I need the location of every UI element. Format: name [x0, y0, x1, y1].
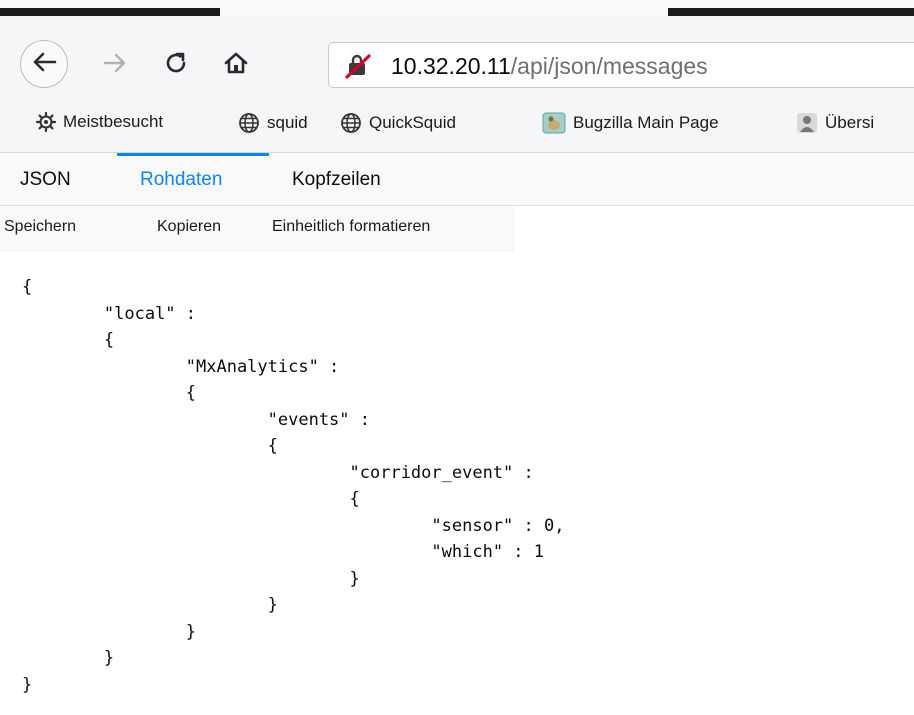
- active-tab-indicator: [117, 153, 269, 156]
- url-text[interactable]: 10.32.20.11/api/json/messages: [391, 53, 708, 80]
- bookmarks-toolbar: Meistbesucht squid QuickSquid Bugzilla M…: [0, 98, 914, 153]
- bookmark-squid[interactable]: squid: [238, 112, 308, 134]
- home-button[interactable]: [220, 49, 252, 81]
- actions-spacer: [515, 206, 914, 252]
- tab-rohdaten[interactable]: Rohdaten: [140, 169, 222, 191]
- browser-tab[interactable]: [668, 8, 914, 16]
- tab-strip: [0, 0, 914, 16]
- reload-button[interactable]: [160, 49, 192, 81]
- bookmark-label: Meistbesucht: [63, 112, 164, 131]
- back-arrow-icon: [31, 51, 57, 78]
- person-icon: [796, 112, 818, 134]
- pretty-print-button[interactable]: Einheitlich formatieren: [272, 218, 430, 236]
- globe-icon: [340, 112, 362, 134]
- tab-kopfzeilen[interactable]: Kopfzeilen: [292, 169, 381, 191]
- address-bar[interactable]: 10.32.20.11/api/json/messages: [328, 42, 914, 88]
- forward-arrow-icon: [103, 52, 127, 79]
- insecure-connection-icon[interactable]: [345, 53, 371, 84]
- bookmark-uebersicht[interactable]: Übersi: [796, 112, 874, 134]
- save-button[interactable]: Speichern: [4, 218, 76, 236]
- bugzilla-icon: [542, 112, 566, 134]
- bookmark-label: QuickSquid: [369, 113, 456, 132]
- browser-tab[interactable]: [0, 8, 220, 16]
- json-viewer-tabs: JSON Rohdaten Kopfzeilen: [0, 153, 914, 206]
- home-icon: [223, 50, 249, 81]
- bookmark-bugzilla[interactable]: Bugzilla Main Page: [542, 112, 719, 134]
- navigation-toolbar: 10.32.20.11/api/json/messages: [0, 16, 914, 98]
- url-host: 10.32.20.11: [391, 53, 511, 79]
- bookmark-label: squid: [267, 113, 308, 132]
- bookmark-label: Übersi: [825, 113, 875, 132]
- tab-json[interactable]: JSON: [20, 169, 71, 191]
- raw-data-panel: { "local" : { "MxAnalytics" : { "events"…: [0, 252, 914, 715]
- raw-data-actions: Speichern Kopieren Einheitlich formatier…: [0, 206, 914, 252]
- globe-icon: [238, 112, 260, 134]
- bookmark-label: Bugzilla Main Page: [573, 113, 719, 132]
- gear-icon: [36, 112, 56, 132]
- bookmark-meistbesucht[interactable]: Meistbesucht: [36, 112, 163, 132]
- forward-button[interactable]: [100, 50, 130, 80]
- back-button[interactable]: [20, 40, 68, 88]
- reload-icon: [163, 50, 189, 81]
- raw-json-text: { "local" : { "MxAnalytics" : { "events"…: [22, 277, 565, 695]
- url-path: /api/json/messages: [510, 53, 708, 79]
- bookmark-quicksquid[interactable]: QuickSquid: [340, 112, 456, 134]
- copy-button[interactable]: Kopieren: [157, 218, 221, 236]
